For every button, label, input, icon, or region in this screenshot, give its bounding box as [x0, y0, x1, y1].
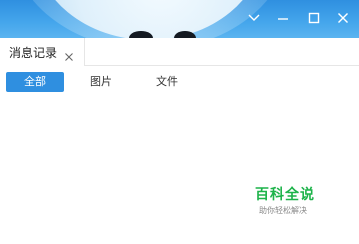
watermark-logo: 百科全说 助你轻松解决: [255, 184, 330, 216]
minimize-icon[interactable]: [273, 8, 293, 28]
tab-close-icon[interactable]: [64, 47, 74, 61]
watermark-title: 百科全说: [255, 187, 315, 203]
message-list: [0, 96, 359, 244]
filter-images-button[interactable]: 图片: [86, 72, 116, 92]
tab-label: 消息记录: [9, 45, 58, 60]
maximize-icon[interactable]: [304, 8, 324, 28]
skin-decoration-left: [129, 31, 153, 38]
skin-decoration-right: [174, 31, 196, 38]
tab-bar: 消息记录: [0, 38, 359, 66]
filter-bar: 全部 图片 文件: [0, 66, 359, 96]
close-icon[interactable]: [333, 8, 353, 28]
watermark-subtitle: 助你轻松解决: [259, 206, 307, 215]
chevron-down-icon[interactable]: [244, 8, 264, 28]
filter-files-button[interactable]: 文件: [152, 72, 182, 92]
filter-all-button[interactable]: 全部: [6, 72, 64, 92]
title-bar: [0, 0, 359, 38]
tab-message-history[interactable]: 消息记录: [0, 38, 85, 66]
